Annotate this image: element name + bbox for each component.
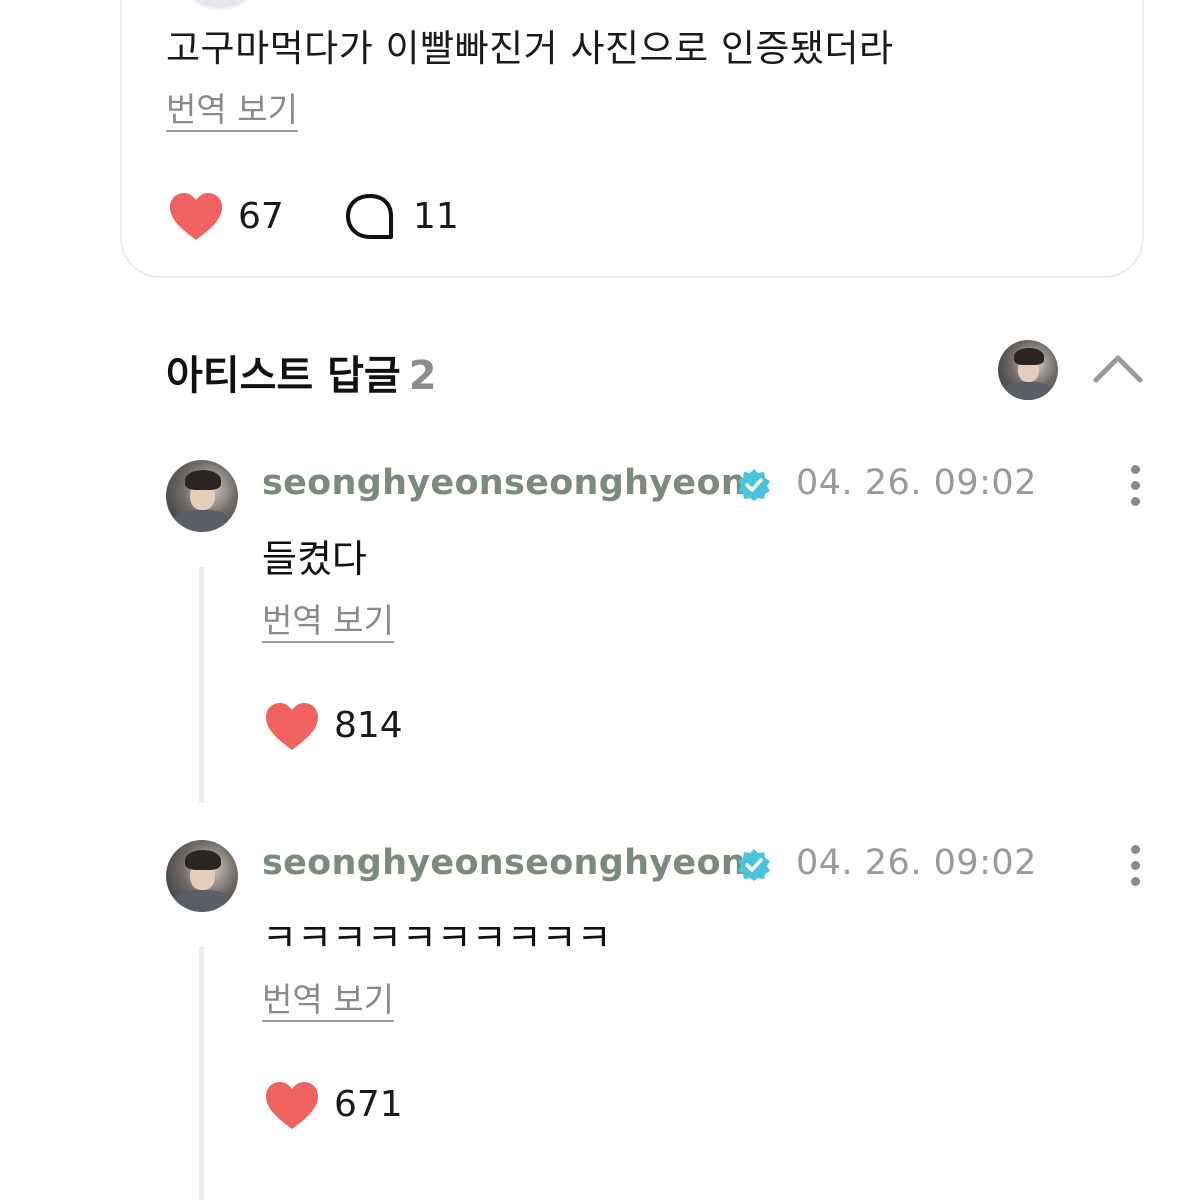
- heart-icon[interactable]: [168, 192, 224, 242]
- heart-icon[interactable]: [264, 702, 320, 752]
- reply-timestamp: 04. 26. 09:02: [796, 843, 1037, 883]
- reply-translate-link[interactable]: 번역 보기: [262, 602, 394, 644]
- reply-avatar[interactable]: [166, 840, 238, 912]
- artist-replies-title: 아티스트 답글 2: [166, 343, 437, 401]
- post-translate-link[interactable]: 번역 보기: [166, 91, 298, 133]
- reply-username[interactable]: seonghyeonseonghyeon: [262, 463, 746, 503]
- reply-avatar[interactable]: [166, 460, 238, 532]
- reply-text: ㅋㅋㅋㅋㅋㅋㅋㅋㅋㅋ: [262, 916, 612, 960]
- reply-text: 들켰다: [262, 537, 367, 581]
- verified-badge-icon: [738, 849, 770, 881]
- thread-line: [199, 947, 204, 1200]
- post-author-avatar[interactable]: [170, 0, 270, 10]
- reply-username[interactable]: seonghyeonseonghyeon: [262, 843, 746, 883]
- post-text: 고구마먹다가 이빨빠진거 사진으로 인증됐더라: [166, 27, 894, 70]
- reply-timestamp: 04. 26. 09:02: [796, 463, 1037, 503]
- reply-like-count: 814: [334, 705, 403, 746]
- reply-like-count: 671: [334, 1084, 403, 1125]
- reply-translate-link[interactable]: 번역 보기: [262, 981, 394, 1023]
- artist-replies-label: 아티스트 답글: [166, 353, 401, 399]
- artist-replies-count: 2: [408, 353, 437, 399]
- artist-avatar-small[interactable]: [998, 340, 1058, 400]
- post-like-count: 67: [238, 196, 284, 237]
- post-comment-count: 11: [413, 196, 459, 237]
- chevron-up-icon[interactable]: [1092, 350, 1144, 386]
- heart-icon[interactable]: [264, 1081, 320, 1131]
- speech-bubble-icon[interactable]: [345, 193, 395, 241]
- verified-badge-icon: [738, 469, 770, 501]
- more-vertical-icon[interactable]: [1129, 465, 1141, 509]
- thread-line: [199, 567, 204, 803]
- more-vertical-icon[interactable]: [1129, 845, 1141, 889]
